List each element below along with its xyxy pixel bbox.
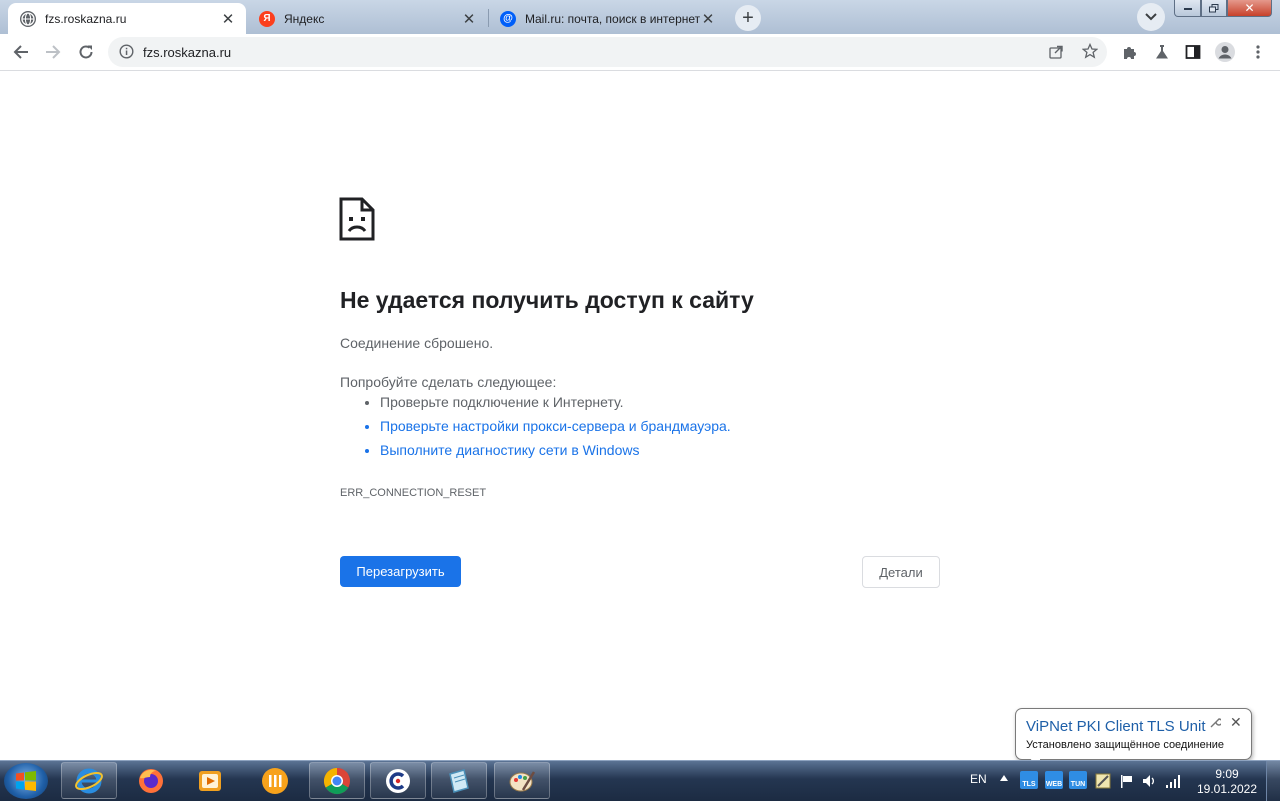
reload-button[interactable]	[73, 39, 99, 65]
tab-mailru[interactable]: @ Mail.ru: почта, поиск в интернете ✕	[488, 3, 726, 34]
browser-toolbar: fzs.roskazna.ru	[0, 34, 1280, 71]
notepad-app-icon	[449, 768, 469, 793]
arrow-left-icon	[13, 45, 28, 59]
tab-close-icon[interactable]: ✕	[220, 10, 236, 28]
share-icon[interactable]	[1049, 44, 1064, 64]
odnoklassniki-icon	[262, 767, 288, 794]
tab-fzs-roskazna[interactable]: fzs.roskazna.ru ✕	[8, 3, 246, 34]
window-controls: ✕	[1174, 0, 1272, 18]
tab-title: Яндекс	[284, 11, 325, 26]
notification-close-icon[interactable]: ✕	[1230, 714, 1242, 731]
network-signal-icon[interactable]	[1164, 771, 1182, 789]
more-vert-icon	[1256, 45, 1260, 59]
notification-text: Установлено защищённое соединение	[1026, 739, 1225, 751]
language-indicator[interactable]: EN	[970, 772, 987, 786]
tools-tray-icon[interactable]	[1094, 771, 1112, 789]
suggestion-network-diagnostics-link[interactable]: Выполните диагностику сети в Windows	[380, 438, 731, 462]
flag-tray-icon[interactable]	[1117, 771, 1135, 789]
error-subtitle: Соединение сброшено.	[340, 335, 494, 351]
notification-title: ViPNet PKI Client TLS Unit	[1026, 718, 1206, 735]
media-player-icon	[199, 770, 221, 791]
tab-title: fzs.roskazna.ru	[45, 11, 127, 26]
address-bar[interactable]: fzs.roskazna.ru	[108, 37, 1107, 67]
reload-page-button[interactable]: Перезагрузить	[340, 556, 461, 587]
tab-title: Mail.ru: почта, поиск в интернете	[525, 11, 700, 26]
bookmark-star-icon[interactable]	[1081, 42, 1099, 64]
taskbar-chrome[interactable]	[309, 762, 365, 799]
flask-icon	[1156, 45, 1168, 59]
clock-date: 19.01.2022	[1196, 782, 1258, 796]
taskbar-odnoklassniki[interactable]	[247, 762, 303, 799]
show-desktop-button[interactable]	[1266, 761, 1280, 801]
tab-close-icon[interactable]: ✕	[700, 10, 716, 28]
mailru-logo-icon: @	[500, 10, 516, 27]
restore-icon	[1209, 3, 1219, 12]
taskbar-media-player[interactable]	[182, 762, 238, 799]
plus-icon: +	[742, 6, 754, 29]
tab-yandex[interactable]: Я Яндекс ✕	[247, 3, 487, 34]
taskbar-notepad-app[interactable]	[431, 762, 487, 799]
close-icon: ✕	[1244, 1, 1255, 15]
reload-icon	[79, 45, 93, 59]
suggestions-intro: Попробуйте сделать следующее:	[340, 374, 557, 390]
notification-balloon[interactable]: ViPNet PKI Client TLS Unit Установлено з…	[1015, 708, 1252, 760]
chrome-icon	[323, 767, 350, 794]
vipnet-tun-icon[interactable]: TUN	[1069, 771, 1087, 789]
sad-page-icon	[339, 197, 375, 246]
yandex-logo-icon: Я	[259, 10, 275, 27]
back-button[interactable]	[8, 39, 34, 65]
arrow-right-icon	[46, 45, 61, 59]
taskbar-firefox[interactable]	[123, 762, 179, 799]
taskbar-paint-app[interactable]	[494, 762, 550, 799]
taskbar: EN TLS WEB TUN 9:09 19.01.2022	[0, 760, 1280, 801]
side-panel-button[interactable]	[1180, 39, 1206, 65]
site-info-icon[interactable]	[119, 44, 134, 64]
suggestions-list: Проверьте подключение к Интернету. Прове…	[340, 390, 731, 462]
avatar-icon	[1215, 42, 1235, 62]
taskbar-internet-explorer[interactable]	[61, 762, 117, 799]
tab-strip: fzs.roskazna.ru ✕ Я Яндекс ✕ @ Mail.ru: …	[0, 0, 1280, 34]
menu-button[interactable]	[1245, 39, 1271, 65]
volume-icon[interactable]	[1140, 771, 1158, 789]
labs-button[interactable]	[1149, 39, 1175, 65]
tab-search-button[interactable]	[1137, 3, 1165, 31]
taskbar-c-app[interactable]	[370, 762, 426, 799]
tab-close-icon[interactable]: ✕	[461, 10, 477, 28]
extensions-button[interactable]	[1117, 39, 1143, 65]
error-title: Не удается получить доступ к сайту	[340, 287, 754, 313]
start-button[interactable]	[4, 763, 48, 799]
clock[interactable]: 9:09 19.01.2022	[1196, 767, 1258, 797]
suggestion-check-proxy-link[interactable]: Проверьте настройки прокси-сервера и бра…	[380, 414, 731, 438]
vipnet-web-icon[interactable]: WEB	[1045, 771, 1063, 789]
url-text: fzs.roskazna.ru	[143, 45, 232, 60]
puzzle-icon	[1124, 47, 1136, 59]
minimize-button[interactable]	[1174, 0, 1201, 17]
clock-time: 9:09	[1215, 767, 1239, 781]
side-panel-icon	[1185, 45, 1201, 59]
chevron-down-icon	[1145, 13, 1157, 21]
suggestion-check-connection: Проверьте подключение к Интернету.	[380, 390, 731, 414]
new-tab-button[interactable]: +	[735, 5, 761, 31]
windows-logo-icon	[16, 771, 36, 791]
firefox-icon	[139, 768, 163, 793]
wrench-icon[interactable]	[1210, 717, 1223, 731]
globe-icon	[20, 10, 36, 27]
error-code: ERR_CONNECTION_RESET	[340, 487, 487, 499]
c-app-icon	[386, 768, 410, 793]
close-window-button[interactable]: ✕	[1227, 0, 1272, 17]
maximize-button[interactable]	[1201, 0, 1227, 17]
triangle-up-icon	[1000, 775, 1008, 781]
paint-app-icon	[509, 770, 536, 791]
details-button[interactable]: Детали	[862, 556, 940, 588]
profile-button[interactable]	[1212, 39, 1238, 65]
internet-explorer-icon	[75, 768, 103, 793]
show-hidden-icons[interactable]	[1000, 773, 1008, 784]
vipnet-tls-icon[interactable]: TLS	[1020, 771, 1038, 789]
forward-button[interactable]	[40, 39, 66, 65]
minimize-icon	[1183, 8, 1192, 10]
